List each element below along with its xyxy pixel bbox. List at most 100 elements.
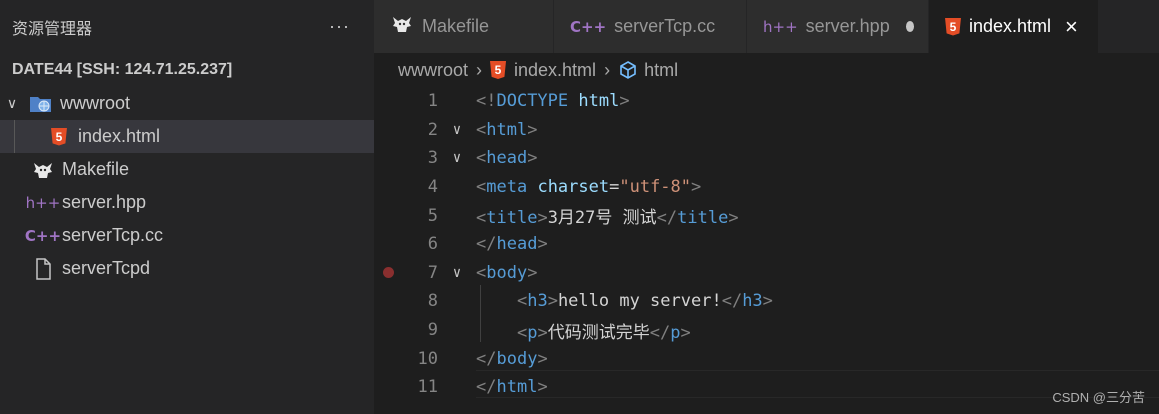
code-token: > bbox=[691, 177, 702, 198]
hpp-icon: h++ bbox=[763, 17, 798, 36]
explorer-sidebar: 资源管理器 ··· DATE44 [SSH: 124.71.25.237] ∨ … bbox=[0, 0, 374, 414]
code-token: head bbox=[496, 234, 538, 255]
code-text: </head> bbox=[476, 234, 548, 254]
code-line[interactable]: 8 <h3>hello my server!</h3> bbox=[374, 287, 1159, 316]
cpp-icon: C++ bbox=[570, 17, 607, 36]
line-number: 5 bbox=[427, 205, 438, 226]
code-token: DOCTYPE bbox=[496, 91, 569, 112]
symbol-cube-icon bbox=[618, 60, 638, 80]
code-token: <! bbox=[476, 91, 497, 112]
line-number: 2 bbox=[427, 119, 438, 140]
code-line[interactable]: 1 <!DOCTYPE html> bbox=[374, 87, 1159, 116]
tree-item-servertcp-cc[interactable]: C++ serverTcp.cc bbox=[0, 219, 374, 252]
fold-chevron-icon[interactable]: ∨ bbox=[438, 265, 476, 281]
code-line[interactable]: 7 ∨ <body> bbox=[374, 259, 1159, 288]
tab-server-hpp[interactable]: h++ server.hpp bbox=[747, 0, 929, 53]
tree-item-wwwroot[interactable]: ∨ wwwroot bbox=[0, 87, 374, 120]
code-token: </ bbox=[476, 348, 497, 369]
code-text: <p>代码测试完毕</p> bbox=[476, 318, 691, 343]
fold-chevron-icon[interactable]: ∨ bbox=[438, 122, 476, 138]
watermark: CSDN @三分苦 bbox=[1052, 390, 1145, 405]
code-text: <h3>hello my server!</h3> bbox=[476, 291, 773, 311]
explorer-title: 资源管理器 bbox=[12, 20, 93, 38]
tree-item-servertcpd[interactable]: serverTcpd bbox=[0, 252, 374, 285]
code-editor[interactable]: 1 <!DOCTYPE html> 2 ∨ <html> 3 ∨ <head> 4 <meta c… bbox=[374, 87, 1159, 414]
tree-item-index-html[interactable]: 5 index.html bbox=[0, 120, 374, 153]
code-token: > bbox=[527, 119, 538, 140]
code-token: > bbox=[537, 234, 548, 255]
code-token: > bbox=[527, 148, 538, 169]
code-line[interactable]: 2 ∨ <html> bbox=[374, 116, 1159, 145]
code-token: < bbox=[476, 177, 487, 198]
breadcrumb-folder[interactable]: wwwroot bbox=[398, 60, 468, 81]
code-token: 3月27号 测试 bbox=[547, 208, 657, 229]
breadcrumb-file[interactable]: index.html bbox=[514, 60, 596, 81]
code-token: > bbox=[527, 262, 538, 283]
code-token: </ bbox=[476, 234, 497, 255]
code-text: <body> bbox=[476, 263, 537, 283]
fold-chevron-icon[interactable]: ∨ bbox=[438, 150, 476, 166]
code-token: > bbox=[728, 208, 739, 229]
tree-item-label: serverTcpd bbox=[62, 258, 151, 278]
code-token: > bbox=[619, 91, 630, 112]
code-line[interactable]: 9 <p>代码测试完毕</p> bbox=[374, 316, 1159, 345]
code-token: < bbox=[516, 291, 528, 312]
code-token: > bbox=[680, 322, 691, 343]
line-number: 8 bbox=[427, 291, 438, 312]
indent-guide bbox=[14, 120, 15, 153]
code-text: <meta charset="utf-8"> bbox=[476, 177, 701, 197]
editor-tab-bar: Makefile C++ serverTcp.cc h++ server.hpp… bbox=[374, 0, 1159, 53]
code-text: <html> bbox=[476, 120, 537, 140]
code-token: title bbox=[486, 208, 538, 229]
folder-web-icon bbox=[28, 93, 54, 115]
code-line[interactable]: 10 </body> bbox=[374, 344, 1159, 373]
code-token: body bbox=[496, 348, 538, 369]
unsaved-dot-icon[interactable] bbox=[905, 21, 914, 32]
code-line[interactable]: 3 ∨ <head> bbox=[374, 144, 1159, 173]
tree-item-makefile[interactable]: Makefile bbox=[0, 153, 374, 186]
code-token: h3 bbox=[742, 291, 763, 312]
line-number: 6 bbox=[427, 234, 438, 255]
code-text: </body> bbox=[476, 349, 548, 369]
code-token: charset bbox=[537, 177, 610, 198]
explorer-header: 资源管理器 ··· bbox=[0, 0, 374, 53]
chevron-right-icon: › bbox=[604, 59, 611, 80]
code-token: p bbox=[670, 322, 681, 343]
code-token: 代码测试完毕 bbox=[547, 322, 650, 343]
code-token: > bbox=[547, 291, 558, 312]
code-line[interactable]: 4 <meta charset="utf-8"> bbox=[374, 173, 1159, 202]
code-token: > bbox=[537, 322, 548, 343]
tree-item-label: serverTcp.cc bbox=[62, 225, 164, 245]
tab-index-html[interactable]: 5 index.html × bbox=[929, 0, 1099, 53]
tab-label: index.html bbox=[969, 16, 1052, 36]
code-text: <head> bbox=[476, 148, 537, 168]
code-line[interactable]: 5 <title>3月27号 测试</title> bbox=[374, 201, 1159, 230]
close-icon[interactable]: × bbox=[1065, 14, 1078, 40]
code-text: <!DOCTYPE html> bbox=[476, 91, 630, 111]
tree-item-label: Makefile bbox=[62, 159, 130, 179]
hpp-icon: h++ bbox=[25, 193, 61, 212]
code-token: hello my server! bbox=[557, 291, 722, 312]
tree-item-server-hpp[interactable]: h++ server.hpp bbox=[0, 186, 374, 219]
more-actions-icon[interactable]: ··· bbox=[329, 16, 350, 37]
code-token: < bbox=[516, 322, 528, 343]
workspace-section[interactable]: DATE44 [SSH: 124.71.25.237] bbox=[0, 53, 374, 87]
line-number: 11 bbox=[417, 377, 438, 398]
file-icon bbox=[30, 257, 56, 280]
breadcrumb-symbol[interactable]: html bbox=[644, 60, 678, 81]
tab-servertcp-cc[interactable]: C++ serverTcp.cc bbox=[554, 0, 747, 53]
indent-guide bbox=[480, 285, 481, 342]
code-token: head bbox=[486, 148, 528, 169]
code-token: < bbox=[476, 262, 487, 283]
code-token: html bbox=[578, 91, 620, 112]
code-line[interactable]: 6 </head> bbox=[374, 230, 1159, 259]
breadcrumb: wwwroot › 5 index.html › html bbox=[374, 53, 1159, 87]
gnu-icon bbox=[30, 159, 56, 181]
tab-makefile[interactable]: Makefile bbox=[374, 0, 554, 53]
code-token: = bbox=[609, 177, 620, 198]
code-token: h3 bbox=[527, 291, 548, 312]
code-token: < bbox=[476, 119, 487, 140]
